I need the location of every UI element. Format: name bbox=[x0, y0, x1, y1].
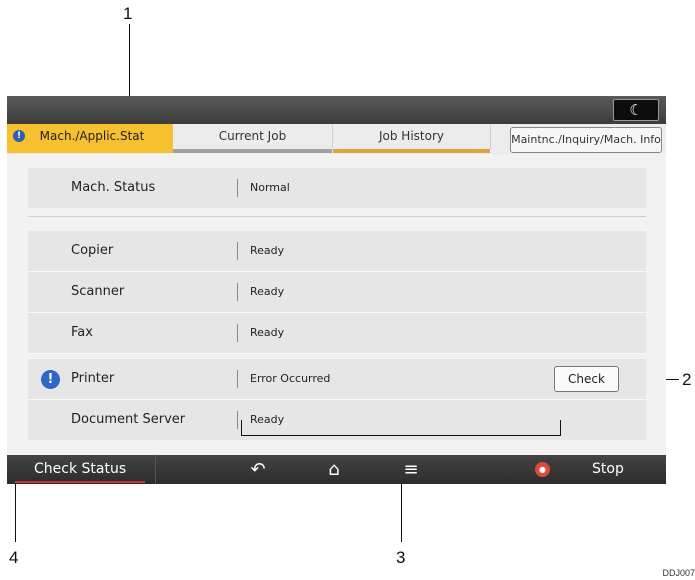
function-row-fax[interactable]: Fax Ready bbox=[28, 313, 646, 353]
alert-icon: ! bbox=[13, 130, 25, 142]
row-separator bbox=[237, 179, 238, 197]
top-bar: ☾ bbox=[7, 96, 666, 124]
bracket-3 bbox=[241, 435, 561, 436]
row-separator bbox=[237, 370, 238, 388]
function-row-scanner[interactable]: Scanner Ready bbox=[28, 272, 646, 312]
row-label: Document Server bbox=[71, 412, 186, 427]
energy-saver-button[interactable]: ☾ bbox=[613, 99, 659, 121]
row-separator bbox=[237, 283, 238, 301]
tab-label: Job History bbox=[378, 129, 444, 143]
tab-label: Mach./Applic.Stat bbox=[39, 129, 145, 143]
check-status-indicator bbox=[15, 481, 145, 483]
row-label: Scanner bbox=[71, 284, 125, 299]
callout-1: 1 bbox=[123, 4, 133, 23]
stop-icon[interactable]: ● bbox=[535, 462, 550, 477]
tab-label: Current Job bbox=[218, 129, 287, 143]
callout-2: 2 bbox=[682, 370, 692, 389]
row-divider bbox=[28, 312, 646, 313]
row-value: Ready bbox=[250, 244, 285, 257]
row-value: Error Occurred bbox=[250, 372, 331, 385]
row-separator bbox=[237, 411, 238, 429]
warning-icon: ! bbox=[41, 370, 60, 389]
check-status-button[interactable]: Check Status bbox=[7, 455, 156, 484]
tab-underline bbox=[333, 149, 490, 153]
check-status-label: Check Status bbox=[34, 461, 127, 477]
row-label: Mach. Status bbox=[71, 180, 156, 195]
tab-bar: ! Mach./Applic.Stat Current Job Job Hist… bbox=[7, 124, 666, 154]
row-label: Fax bbox=[71, 325, 93, 340]
function-row-printer[interactable]: ! Printer Error Occurred Check bbox=[28, 359, 646, 399]
row-label: Printer bbox=[71, 371, 115, 386]
document-id: DDJ007 bbox=[662, 568, 695, 578]
device-panel: ☾ ! Mach./Applic.Stat Current Job Job Hi… bbox=[7, 96, 666, 484]
callout-3: 3 bbox=[396, 548, 406, 567]
row-divider bbox=[28, 271, 646, 272]
callout-4: 4 bbox=[9, 548, 19, 567]
moon-icon: ☾ bbox=[629, 101, 643, 119]
back-arrow-icon[interactable]: ↶ bbox=[243, 455, 273, 484]
bracket-3-right bbox=[560, 420, 561, 435]
bottom-bar: Check Status ↶ ⌂ ≡ ● Stop bbox=[7, 455, 666, 484]
tab-underline bbox=[173, 149, 332, 153]
mach-status-row: Mach. Status Normal bbox=[28, 168, 646, 208]
section-divider bbox=[28, 216, 646, 217]
row-separator bbox=[237, 242, 238, 260]
tab-current-job[interactable]: Current Job bbox=[173, 124, 333, 153]
row-value: Ready bbox=[250, 326, 285, 339]
check-button[interactable]: Check bbox=[554, 366, 619, 392]
row-value: Ready bbox=[250, 285, 285, 298]
home-icon[interactable]: ⌂ bbox=[319, 455, 349, 484]
tab-mach-applic-stat[interactable]: ! Mach./Applic.Stat bbox=[7, 124, 173, 153]
row-value: Normal bbox=[250, 181, 290, 194]
function-row-copier[interactable]: Copier Ready bbox=[28, 231, 646, 271]
tab-job-history[interactable]: Job History bbox=[333, 124, 491, 153]
row-separator bbox=[237, 324, 238, 342]
menu-icon[interactable]: ≡ bbox=[396, 455, 426, 484]
row-value: Ready bbox=[250, 413, 285, 426]
row-divider bbox=[28, 399, 646, 400]
stop-button[interactable]: Stop bbox=[592, 455, 624, 484]
tab-underline bbox=[7, 149, 173, 153]
row-divider bbox=[28, 353, 646, 354]
maintenance-inquiry-button[interactable]: Maintnc./Inquiry/Mach. Info bbox=[510, 127, 662, 153]
bracket-3-left bbox=[241, 420, 242, 435]
function-row-document-server[interactable]: Document Server Ready bbox=[28, 400, 646, 440]
row-label: Copier bbox=[71, 243, 114, 258]
